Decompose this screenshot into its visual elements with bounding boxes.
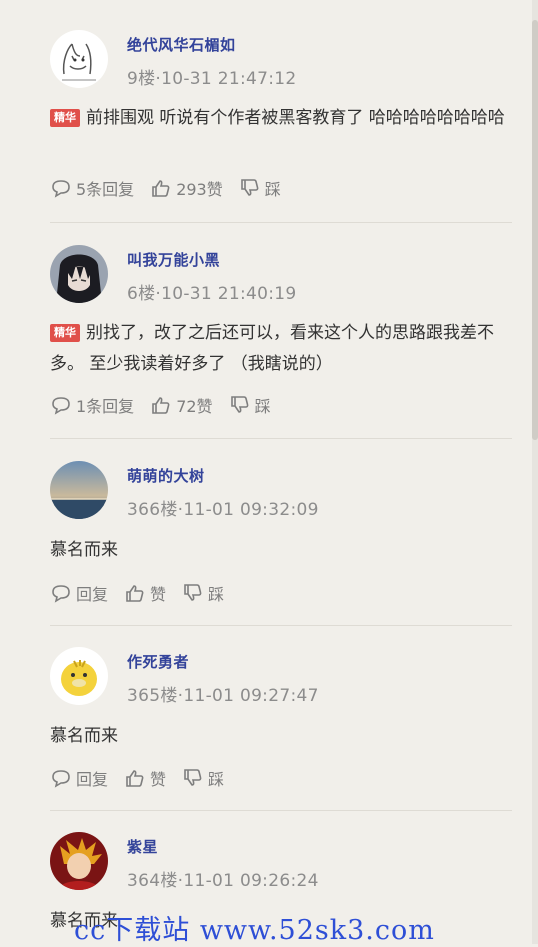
avatar[interactable] bbox=[50, 245, 108, 303]
floor-timestamp: 365楼·11-01 09:27:47 bbox=[127, 686, 319, 706]
reply-label: 回复 bbox=[76, 585, 109, 604]
comment-actions: 5条回复 293赞 踩 bbox=[50, 176, 297, 200]
scrollbar-thumb[interactable] bbox=[532, 20, 538, 440]
dislike-label: 踩 bbox=[254, 397, 271, 416]
divider bbox=[50, 810, 512, 811]
dislike-button[interactable]: 踩 bbox=[229, 393, 271, 417]
comment-body: 前排围观 听说有个作者被黑客教育了 哈哈哈哈哈哈哈哈 bbox=[86, 108, 505, 128]
thumbs-up-icon bbox=[152, 397, 170, 414]
thumbs-up-icon bbox=[126, 770, 144, 787]
dislike-label: 踩 bbox=[208, 585, 225, 604]
featured-badge: 精华 bbox=[50, 324, 80, 342]
avatar-landscape-icon bbox=[50, 461, 108, 519]
floor-timestamp: 364楼·11-01 09:26:24 bbox=[127, 871, 319, 891]
username[interactable]: 紫星 bbox=[127, 836, 158, 857]
avatar-sketch-icon bbox=[50, 30, 108, 88]
avatar-anime-portrait-icon bbox=[50, 245, 108, 303]
comment-text: 慕名而来 bbox=[50, 535, 512, 566]
like-button[interactable]: 293赞 bbox=[150, 176, 223, 200]
divider bbox=[50, 625, 512, 626]
username[interactable]: 叫我万能小黑 bbox=[127, 249, 220, 270]
comment-bubble-icon bbox=[52, 585, 70, 603]
username[interactable]: 作死勇者 bbox=[127, 651, 189, 672]
like-label: 赞 bbox=[150, 770, 167, 789]
avatar[interactable] bbox=[50, 30, 108, 88]
reply-button[interactable]: 回复 bbox=[50, 581, 108, 605]
reply-button[interactable]: 1条回复 bbox=[50, 393, 134, 417]
floor-timestamp: 6楼·10-31 21:40:19 bbox=[127, 284, 297, 304]
avatar[interactable] bbox=[50, 461, 108, 519]
thumbs-up-icon bbox=[126, 585, 144, 602]
reply-label: 1条回复 bbox=[76, 397, 135, 416]
like-label: 293赞 bbox=[176, 180, 223, 199]
reply-button[interactable]: 5条回复 bbox=[50, 176, 134, 200]
like-button[interactable]: 赞 bbox=[124, 581, 166, 605]
thumbs-down-icon bbox=[230, 396, 248, 413]
comment-text: 精华 别找了，改了之后还可以，看来这个人的思路跟我差不多。 至少我读着好多了 （我… bbox=[50, 318, 512, 380]
divider bbox=[50, 438, 512, 439]
reply-label: 回复 bbox=[76, 770, 109, 789]
dislike-button[interactable]: 踩 bbox=[182, 766, 224, 790]
floor-timestamp: 366楼·11-01 09:32:09 bbox=[127, 500, 319, 520]
comment-actions: 回复 赞 踩 bbox=[50, 766, 240, 790]
reply-button[interactable]: 回复 bbox=[50, 766, 108, 790]
floor-timestamp: 9楼·10-31 21:47:12 bbox=[127, 69, 297, 89]
thumbs-down-icon bbox=[184, 584, 202, 601]
reply-label: 5条回复 bbox=[76, 180, 135, 199]
comment-text: 精华 前排围观 听说有个作者被黑客教育了 哈哈哈哈哈哈哈哈 bbox=[50, 103, 512, 134]
comment-actions: 1条回复 72赞 踩 bbox=[50, 393, 287, 417]
avatar-red-character-icon bbox=[50, 832, 108, 890]
comment-body: 别找了，改了之后还可以，看来这个人的思路跟我差不多。 至少我读着好多了 （我瞎说… bbox=[50, 323, 494, 374]
like-label: 72赞 bbox=[176, 397, 213, 416]
featured-badge: 精华 bbox=[50, 109, 80, 127]
comment-body: 慕名而来 bbox=[50, 726, 118, 746]
username[interactable]: 萌萌的大树 bbox=[127, 465, 205, 486]
like-label: 赞 bbox=[150, 585, 167, 604]
comment-bubble-icon bbox=[52, 397, 70, 415]
thumbs-down-icon bbox=[184, 769, 202, 786]
dislike-button[interactable]: 踩 bbox=[239, 176, 281, 200]
divider bbox=[50, 222, 512, 223]
avatar-yellow-duck-icon bbox=[50, 647, 108, 705]
comment-body: 慕名而来 bbox=[50, 540, 118, 560]
comment-text: 慕名而来 bbox=[50, 721, 512, 752]
site-watermark: cc下载站 www.52sk3.com bbox=[74, 915, 435, 946]
comment-bubble-icon bbox=[52, 770, 70, 788]
like-button[interactable]: 72赞 bbox=[150, 393, 213, 417]
username[interactable]: 绝代风华石楣如 bbox=[127, 34, 236, 55]
avatar[interactable] bbox=[50, 647, 108, 705]
like-button[interactable]: 赞 bbox=[124, 766, 166, 790]
avatar[interactable] bbox=[50, 832, 108, 890]
thumbs-down-icon bbox=[240, 179, 259, 196]
dislike-label: 踩 bbox=[208, 770, 225, 789]
comment-actions: 回复 赞 踩 bbox=[50, 581, 240, 605]
thumbs-up-icon bbox=[152, 180, 170, 197]
dislike-button[interactable]: 踩 bbox=[182, 581, 224, 605]
dislike-label: 踩 bbox=[264, 180, 281, 199]
comment-bubble-icon bbox=[52, 180, 70, 198]
